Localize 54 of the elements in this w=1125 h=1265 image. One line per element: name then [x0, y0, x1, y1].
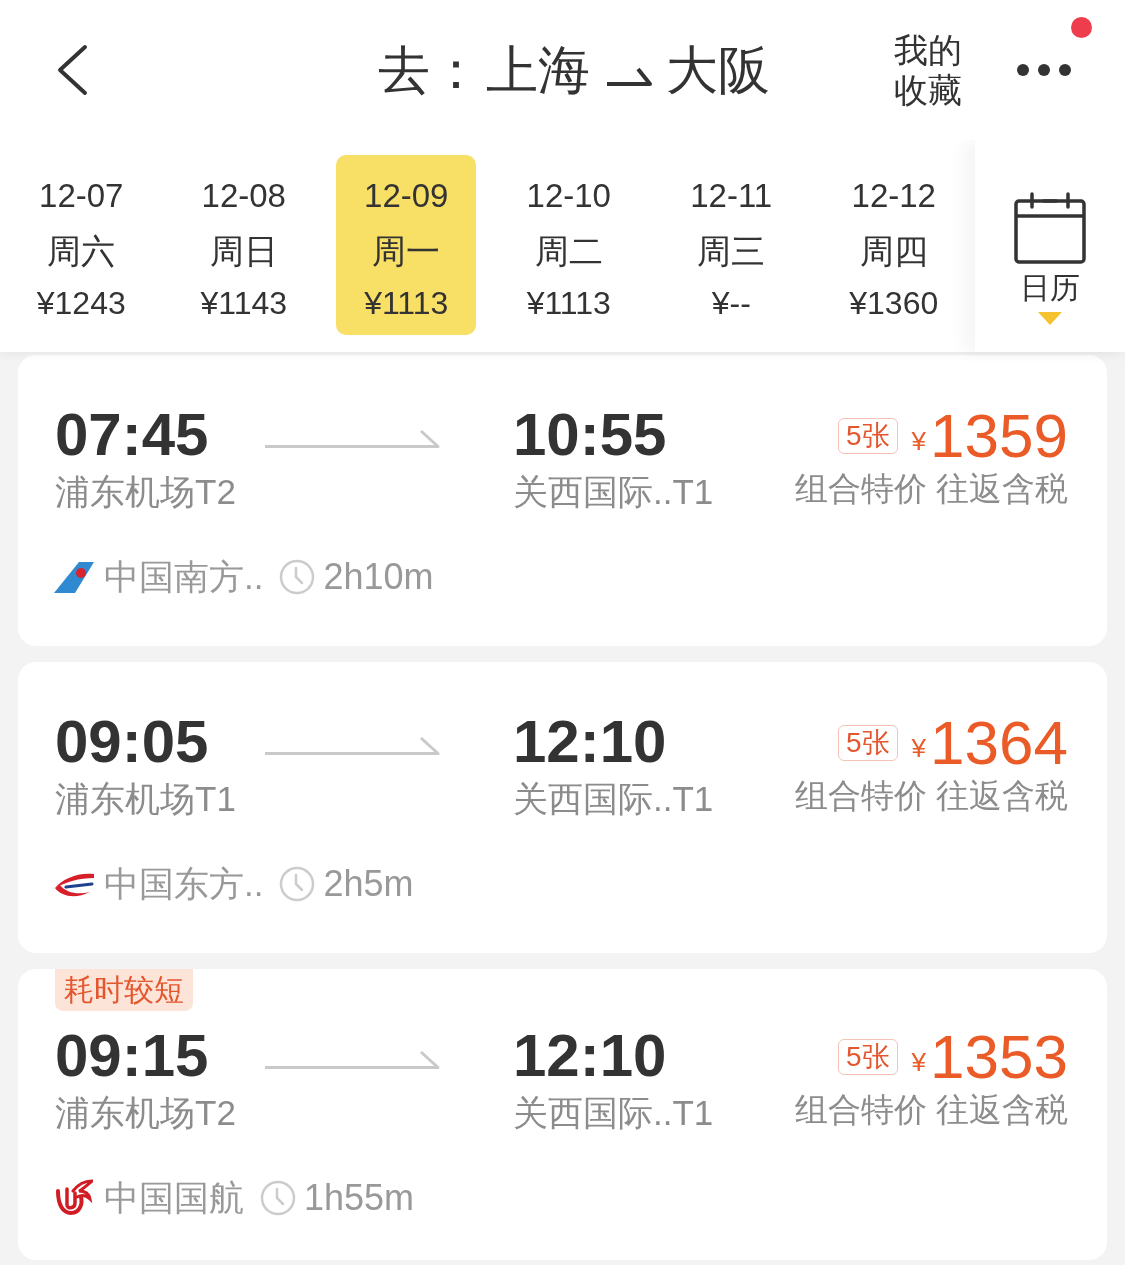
date-tab[interactable]: 12-08 周日 ¥1143	[173, 155, 314, 335]
clock-icon	[260, 1180, 296, 1216]
origin-city: 上海	[486, 40, 590, 100]
arrival-airport: 关西国际..T1	[513, 1092, 714, 1134]
flight-duration: 2h5m	[323, 862, 414, 906]
airline-name: 中国南方..	[104, 556, 264, 598]
price-amount: 1353	[930, 1025, 1068, 1089]
price-note: 组合特价 往返含税	[794, 776, 1068, 816]
clock-icon	[279, 866, 316, 902]
ticket-count: 5张	[838, 725, 898, 761]
back-icon	[56, 44, 88, 96]
price-amount: 1359	[930, 404, 1068, 468]
date-tab[interactable]: 12-12 周四 ¥1360	[823, 155, 964, 335]
flight-card[interactable]: 耗时较短 09:15 浦东机场T2 12:10 关西国际..T1 5张 ¥1353 组合特价 往返含税 中国国航 1h55m	[18, 969, 1107, 1260]
departure-time: 09:05	[55, 711, 210, 773]
swirl-logo-icon	[55, 1179, 93, 1217]
departure-airport: 浦东机场T2	[55, 1092, 237, 1134]
flight-tag: 耗时较短	[55, 969, 193, 1011]
calendar-icon	[1014, 192, 1086, 264]
flight-card[interactable]: 07:45 浦东机场T2 10:55 关西国际..T1 5张 ¥1359 组合特价 往返含税 中国南方.. 2h10m	[18, 355, 1107, 646]
date-tab[interactable]: 12-10 周二 ¥1113	[498, 155, 639, 335]
airline-name: 中国国航	[104, 1177, 244, 1219]
arrival-airport: 关西国际..T1	[513, 471, 714, 513]
more-icon	[1016, 63, 1072, 77]
arrival-time: 12:10	[513, 711, 668, 773]
currency-symbol: ¥	[911, 733, 927, 763]
caret-icon	[1038, 312, 1062, 325]
date-tab[interactable]: 12-11 周三 ¥--	[661, 155, 802, 335]
favorites-link[interactable]: 我的 收藏	[894, 30, 962, 110]
arrival-time: 12:10	[513, 1025, 668, 1087]
back-button[interactable]	[55, 42, 89, 98]
price-amount: 1364	[930, 711, 1068, 775]
airline-name: 中国东方..	[104, 863, 264, 905]
arrival-time: 10:55	[513, 404, 668, 466]
ticket-count: 5张	[838, 418, 898, 454]
currency-symbol: ¥	[911, 426, 927, 456]
date-tab[interactable]: 12-07 周六 ¥1243	[11, 155, 152, 335]
flight-card[interactable]: 09:05 浦东机场T1 12:10 关西国际..T1 5张 ¥1364 组合特价 往返含税 中国东方.. 2h5m	[18, 662, 1107, 953]
departure-time: 09:15	[55, 1025, 210, 1087]
departure-time: 07:45	[55, 404, 210, 466]
flight-duration: 1h55m	[304, 1176, 415, 1220]
arrival-airport: 关西国际..T1	[513, 778, 714, 820]
flight-duration: 2h10m	[323, 555, 434, 599]
currency-symbol: ¥	[911, 1047, 927, 1077]
price-note: 组合特价 往返含税	[794, 1090, 1068, 1130]
price-note: 组合特价 往返含税	[794, 469, 1068, 509]
destination-city: 大阪	[666, 40, 770, 100]
departure-airport: 浦东机场T2	[55, 471, 237, 513]
ticket-count: 5张	[838, 1039, 898, 1075]
title-prefix: 去：	[378, 40, 482, 100]
date-tab[interactable]: 12-09 周一 ¥1113	[336, 155, 477, 335]
clock-icon	[279, 559, 316, 595]
tail-fin-logo-icon	[54, 560, 94, 594]
departure-airport: 浦东机场T1	[55, 778, 237, 820]
